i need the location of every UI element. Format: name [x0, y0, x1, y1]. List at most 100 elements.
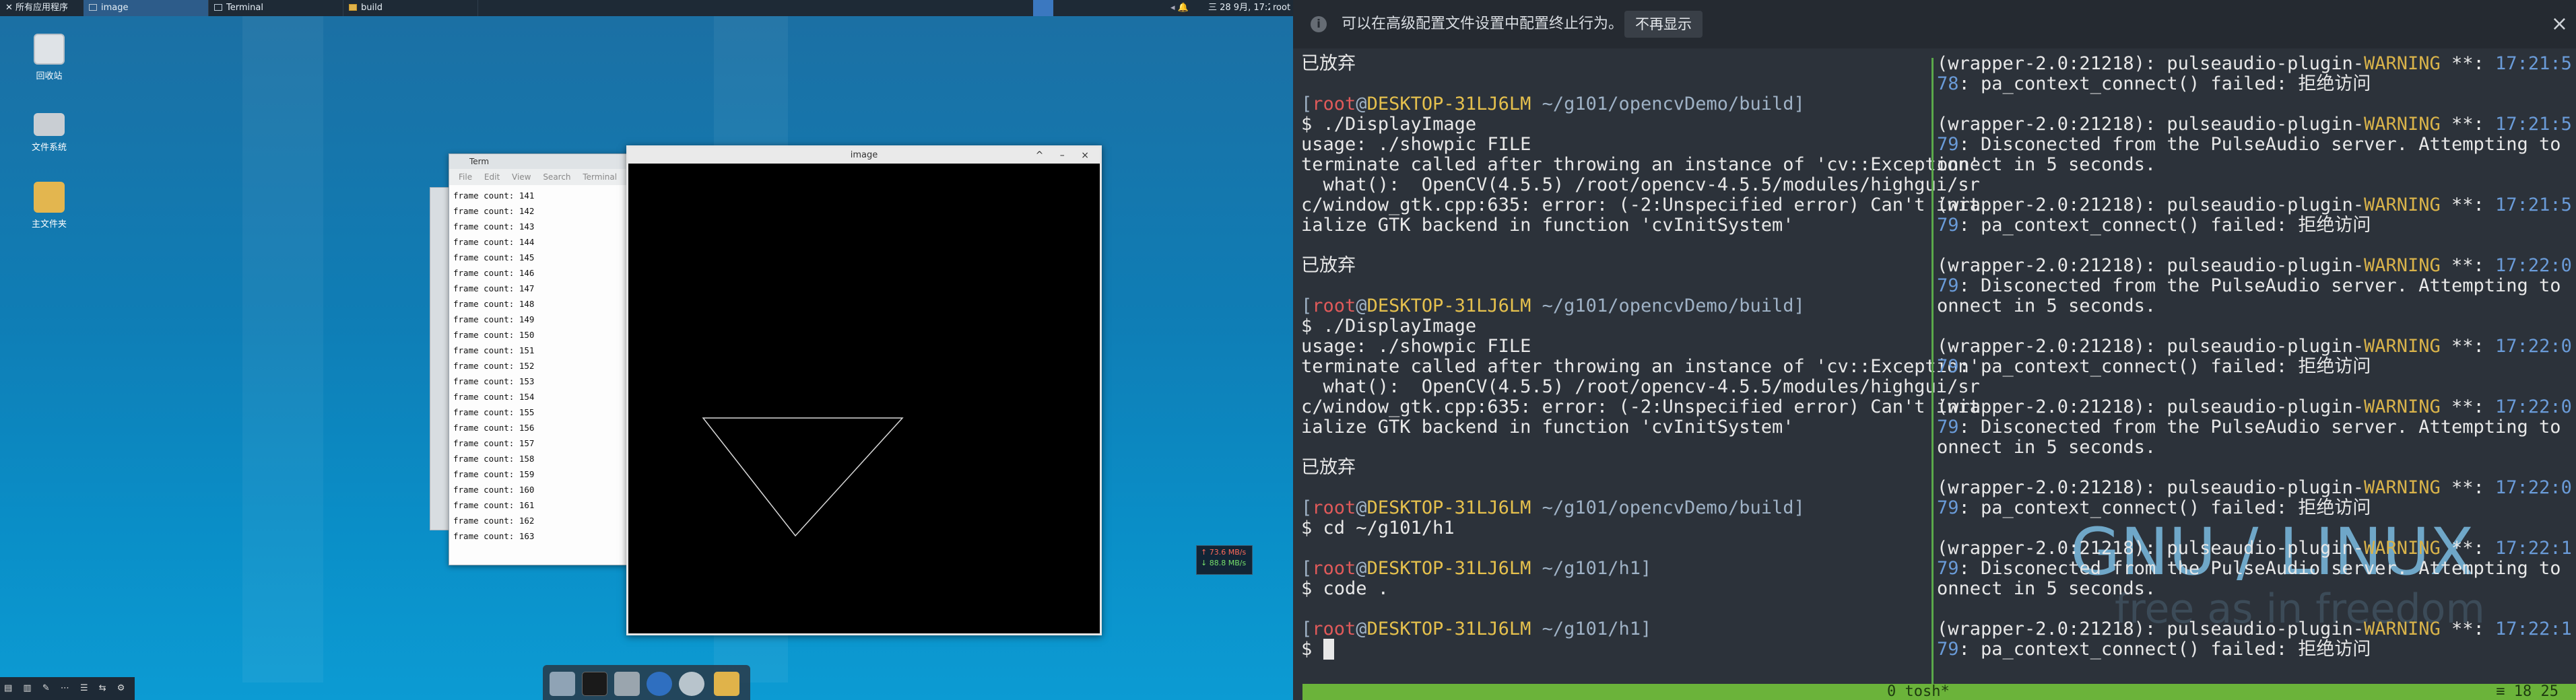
terminal-text: : pa_context_connect() failed: 拒绝访问 — [1958, 215, 2371, 236]
search-icon[interactable] — [679, 672, 704, 696]
menu-view[interactable]: View — [512, 172, 531, 182]
terminal-text: terminate called after throwing an insta… — [1301, 154, 1980, 175]
frame-count-line: frame count: 142 — [453, 206, 535, 216]
terminal-line: (wrapper-2.0:21218): pulseaudio-plugin-W… — [1937, 538, 2573, 559]
menu-search[interactable]: Search — [543, 172, 570, 182]
terminal-text: **: — [2440, 54, 2496, 74]
top-panel: ✕ 所有应用程序 image Terminal build ◂ 🔔 三 28 9… — [0, 0, 1293, 16]
folder-icon[interactable] — [614, 672, 640, 696]
terminal-text: (wrapper-2.0:21218): pulseaudio-plugin- — [1937, 195, 2364, 215]
terminal-text: 78 — [1937, 73, 1959, 94]
menu-terminal[interactable]: Terminal — [583, 172, 617, 182]
terminal-line: 79: pa_context_connect() failed: 拒绝访问 — [1937, 215, 2573, 236]
terminal-text: ~/g101/h1] — [1531, 558, 1652, 579]
terminal-text: 17:22:07.0 — [2495, 477, 2573, 498]
xfce-terminal-window[interactable]: Term File Edit View Search Terminal fram… — [449, 153, 628, 565]
terminal-text: WARNING — [2363, 396, 2441, 417]
terminal-text: **: — [2440, 538, 2496, 559]
terminal-icon[interactable] — [582, 672, 607, 696]
terminal-line: onnect in 5 seconds. — [1937, 438, 2573, 458]
download-speed: ↓ 88.8 MB/s — [1201, 559, 1247, 567]
terminal-text: 79 — [1937, 417, 1959, 438]
window-icon — [89, 4, 97, 11]
terminal-text: WARNING — [2363, 619, 2441, 639]
close-icon[interactable]: × — [2551, 0, 2568, 48]
terminal-text: WARNING — [2363, 54, 2441, 74]
terminal-text: 已放弃 — [1301, 54, 1356, 74]
terminal-text: WARNING — [2363, 255, 2441, 276]
terminal-text: 79 — [1937, 215, 1959, 236]
terminal-line: 79: Disconected from the PulseAudio serv… — [1937, 417, 2573, 438]
terminal-text: : Disconected from the PulseAudio server… — [1958, 417, 2573, 438]
terminal-text: 已放弃 — [1301, 255, 1356, 276]
terminal-output[interactable]: frame count: 141 frame count: 142 frame co… — [449, 185, 627, 547]
task-image[interactable]: image — [84, 0, 209, 16]
desktop-icon-home[interactable]: 主文件夹 — [12, 182, 86, 230]
menu-file[interactable]: File — [459, 172, 472, 182]
terminal-text: **: — [2440, 336, 2496, 357]
frame-count-line: frame count: 148 — [453, 299, 535, 309]
terminal-text: usage: ./showpic FILE — [1301, 134, 1531, 155]
menu-bar: File Edit View Search Terminal — [449, 169, 627, 185]
clock[interactable]: 三 28 9月, 17:22 — [1203, 0, 1270, 16]
window-titlebar[interactable]: Term — [449, 154, 627, 169]
terminal-text: WARNING — [2363, 114, 2441, 135]
user-label[interactable]: root — [1273, 0, 1293, 16]
task-label: build — [361, 3, 383, 13]
terminal-text: 17:21:57.0 — [2495, 195, 2573, 215]
trash-icon — [34, 34, 65, 65]
desktop-icon-filesystem[interactable]: 文件系统 — [12, 108, 86, 153]
terminal-text: (wrapper-2.0:21218): pulseaudio-plugin- — [1937, 396, 2364, 417]
frame-count-line: frame count: 149 — [453, 314, 535, 324]
terminal-text: : Disconected from the PulseAudio server… — [1958, 558, 2573, 579]
terminal-text: 79 — [1937, 639, 1959, 660]
home-folder-icon — [34, 182, 65, 213]
home-folder-icon[interactable] — [714, 672, 739, 696]
browser-icon[interactable] — [647, 672, 672, 696]
dont-show-again-button[interactable]: 不再显示 — [1624, 11, 1703, 38]
terminal-text: onnect in 5 seconds. — [1937, 154, 2156, 175]
image-window[interactable]: image ^ – × — [626, 145, 1102, 635]
terminal-text: 17:22:12.0 — [2495, 538, 2573, 559]
bottom-panel[interactable]: ▤ ▥ ✎ ⋯ ☰ ⇆ ⚙ — [0, 677, 135, 700]
window-titlebar[interactable]: image ^ – × — [628, 147, 1100, 164]
terminal-text: **: — [2440, 255, 2496, 276]
terminal-text: $ — [1301, 639, 1323, 660]
windows-terminal[interactable]: i 可以在高级配置文件设置中配置终止行为。 不再显示 × GNU / LINUX… — [1293, 0, 2576, 700]
terminal-text: @ — [1356, 497, 1367, 518]
desktop-icon-trash[interactable]: 回收站 — [12, 34, 86, 81]
terminal-text: [ — [1301, 619, 1313, 639]
network-monitor: ↑ 73.6 MB/s ↓ 88.8 MB/s — [1196, 545, 1253, 575]
terminal-text: : pa_context_connect() failed: 拒绝访问 — [1958, 497, 2371, 518]
app-menu-button[interactable]: ✕ 所有应用程序 — [0, 0, 94, 16]
workspace-switcher[interactable] — [1033, 0, 1053, 16]
menu-edit[interactable]: Edit — [484, 172, 500, 182]
terminal-text: 79 — [1937, 558, 1959, 579]
terminal-text: 79 — [1937, 497, 1959, 518]
terminal-text: (wrapper-2.0:21218): pulseaudio-plugin- — [1937, 619, 2364, 639]
window-controls[interactable]: ^ – × — [1036, 147, 1096, 164]
terminal-text: c/window_gtk.cpp:635: error: (-2:Unspeci… — [1301, 396, 1980, 417]
terminal-text: c/window_gtk.cpp:635: error: (-2:Unspeci… — [1301, 195, 1980, 215]
frame-count-line: frame count: 154 — [453, 392, 535, 402]
terminal-text: ialize GTK backend in function 'cvInitSy… — [1301, 215, 1794, 236]
frame-count-line: frame count: 161 — [453, 500, 535, 510]
frame-count-line: frame count: 147 — [453, 283, 535, 293]
frame-count-line: frame count: 145 — [453, 252, 535, 262]
frame-count-line: frame count: 163 — [453, 531, 535, 541]
task-build[interactable]: build — [343, 0, 478, 16]
task-terminal[interactable]: Terminal — [209, 0, 343, 16]
frame-count-line: frame count: 151 — [453, 345, 535, 355]
right-terminal-pane[interactable]: (wrapper-2.0:21218): pulseaudio-plugin-W… — [1937, 54, 2573, 660]
terminal-text: (wrapper-2.0:21218): pulseaudio-plugin- — [1937, 336, 2364, 357]
terminal-text: 79 — [1937, 134, 1959, 155]
terminal-text: onnect in 5 seconds. — [1937, 437, 2156, 458]
frame-count-line: frame count: 152 — [453, 361, 535, 371]
terminal-line: (wrapper-2.0:21218): pulseaudio-plugin-W… — [1937, 114, 2573, 135]
file-manager-icon[interactable] — [550, 672, 575, 696]
terminal-text: : pa_context_connect() failed: 拒绝访问 — [1958, 639, 2371, 660]
pane-divider[interactable] — [1931, 58, 1934, 684]
